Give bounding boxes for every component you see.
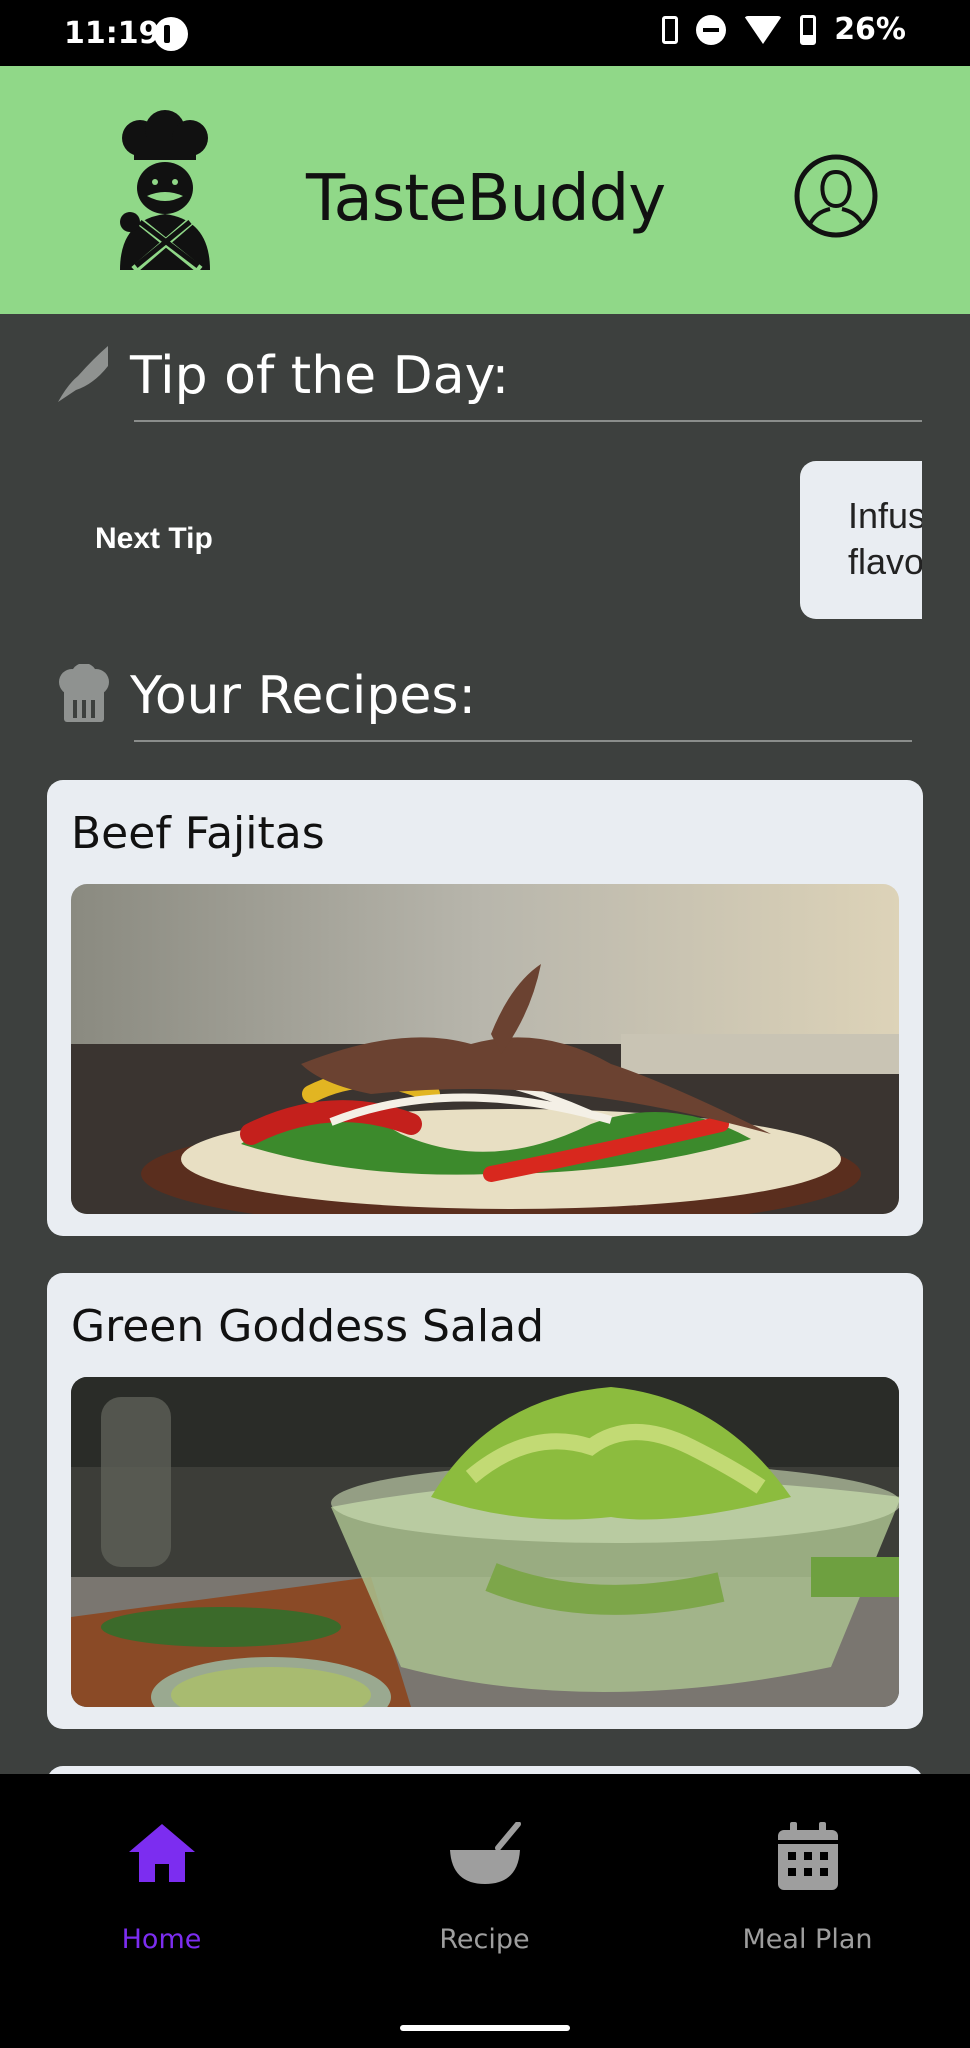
status-time: 11:19 xyxy=(64,16,160,51)
wifi-icon xyxy=(744,15,783,44)
chef-hat-icon xyxy=(59,664,109,722)
profile-icon[interactable] xyxy=(794,154,878,238)
chef-logo-icon xyxy=(120,110,210,270)
next-tip-button[interactable]: Next Tip xyxy=(95,522,213,556)
recipes-divider xyxy=(134,740,912,742)
bowl-icon xyxy=(449,1822,521,1884)
tip-card[interactable]: Infus flavo xyxy=(800,461,922,619)
battery-percent: 26% xyxy=(834,12,906,47)
nav-label-meal-plan: Meal Plan xyxy=(742,1924,873,1955)
home-icon xyxy=(128,1824,195,1882)
recipes-section-title: Your Recipes: xyxy=(130,666,476,726)
nav-label-recipe: Recipe xyxy=(439,1924,530,1955)
do-not-disturb-icon xyxy=(696,14,727,45)
nav-item-recipe[interactable]: Recipe xyxy=(323,1774,646,1974)
recipe-title: Beef Fajitas xyxy=(71,808,325,859)
tip-section-title: Tip of the Day: xyxy=(130,346,510,406)
recipe-image xyxy=(71,1377,899,1707)
recipe-title: Green Goddess Salad xyxy=(71,1301,545,1352)
status-bar: 11:19 26% xyxy=(0,0,970,66)
bottom-navigation: Home Recipe Meal Plan xyxy=(0,1774,970,2048)
calendar-icon xyxy=(777,1822,838,1890)
nav-item-meal-plan[interactable]: Meal Plan xyxy=(646,1774,969,1974)
nav-item-home[interactable]: Home xyxy=(0,1774,323,1974)
battery-charging-icon xyxy=(800,14,817,45)
vibrate-icon xyxy=(662,15,679,44)
tip-divider xyxy=(134,420,922,422)
gesture-home-bar[interactable] xyxy=(400,2025,570,2031)
app-header: TasteBuddy xyxy=(0,66,970,314)
app-title: TasteBuddy xyxy=(306,162,666,236)
nav-label-home: Home xyxy=(121,1924,202,1955)
knife-icon xyxy=(58,346,108,402)
status-icons: 26% xyxy=(662,12,906,47)
app-notification-icon xyxy=(154,17,188,51)
recipe-card-beef-fajitas[interactable]: Beef Fajitas xyxy=(47,780,923,1236)
recipe-image xyxy=(71,884,899,1214)
tip-text: Infus flavo xyxy=(848,495,922,582)
recipe-card-green-goddess-salad[interactable]: Green Goddess Salad xyxy=(47,1273,923,1729)
